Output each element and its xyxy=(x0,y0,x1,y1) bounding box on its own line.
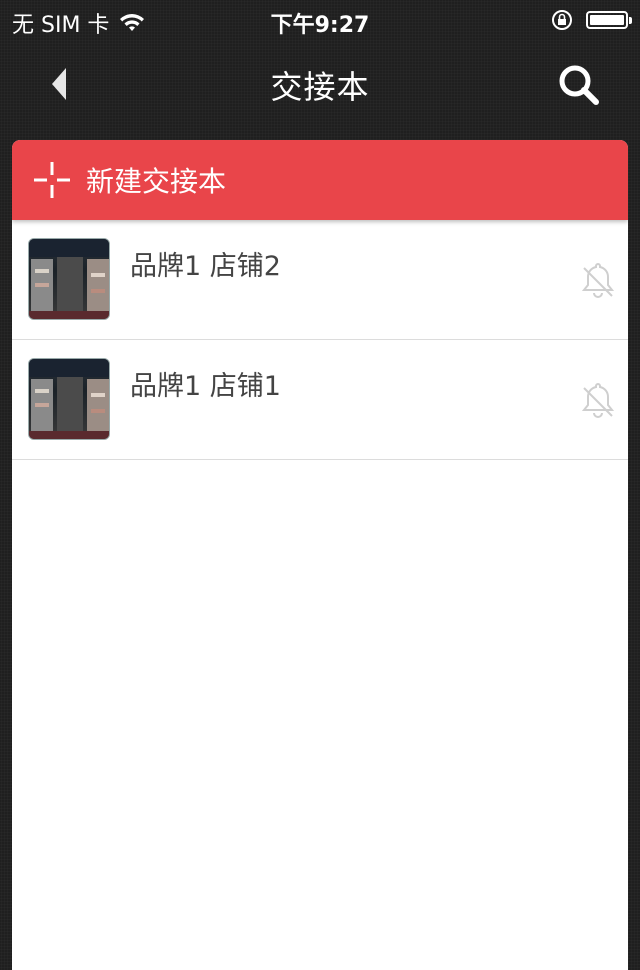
list-item[interactable]: 品牌1 店铺2 xyxy=(12,220,628,340)
battery-icon xyxy=(586,11,632,29)
rotation-lock-icon xyxy=(552,10,572,30)
content-card: 新建交接本 品牌1 店铺2 品牌1 店铺1 xyxy=(12,140,628,970)
new-handover-button[interactable]: 新建交接本 xyxy=(12,140,628,220)
store-thumbnail xyxy=(28,238,110,320)
new-handover-label: 新建交接本 xyxy=(86,165,227,198)
clock: 下午9:27 xyxy=(270,13,370,38)
status-bar: 无 SIM 卡 下午9:27 xyxy=(0,0,640,40)
item-title: 品牌1 店铺2 xyxy=(130,251,281,282)
search-button[interactable] xyxy=(556,62,602,108)
list-item[interactable]: 品牌1 店铺1 xyxy=(12,340,628,460)
search-icon xyxy=(559,65,599,105)
plus-icon xyxy=(34,162,70,198)
bell-off-icon[interactable] xyxy=(580,380,616,420)
nav-bar: 交接本 xyxy=(0,40,640,128)
item-title: 品牌1 店铺1 xyxy=(130,371,281,402)
bell-off-icon[interactable] xyxy=(580,260,616,300)
store-thumbnail xyxy=(28,358,110,440)
status-right xyxy=(550,8,632,32)
page-title: 交接本 xyxy=(270,68,370,106)
